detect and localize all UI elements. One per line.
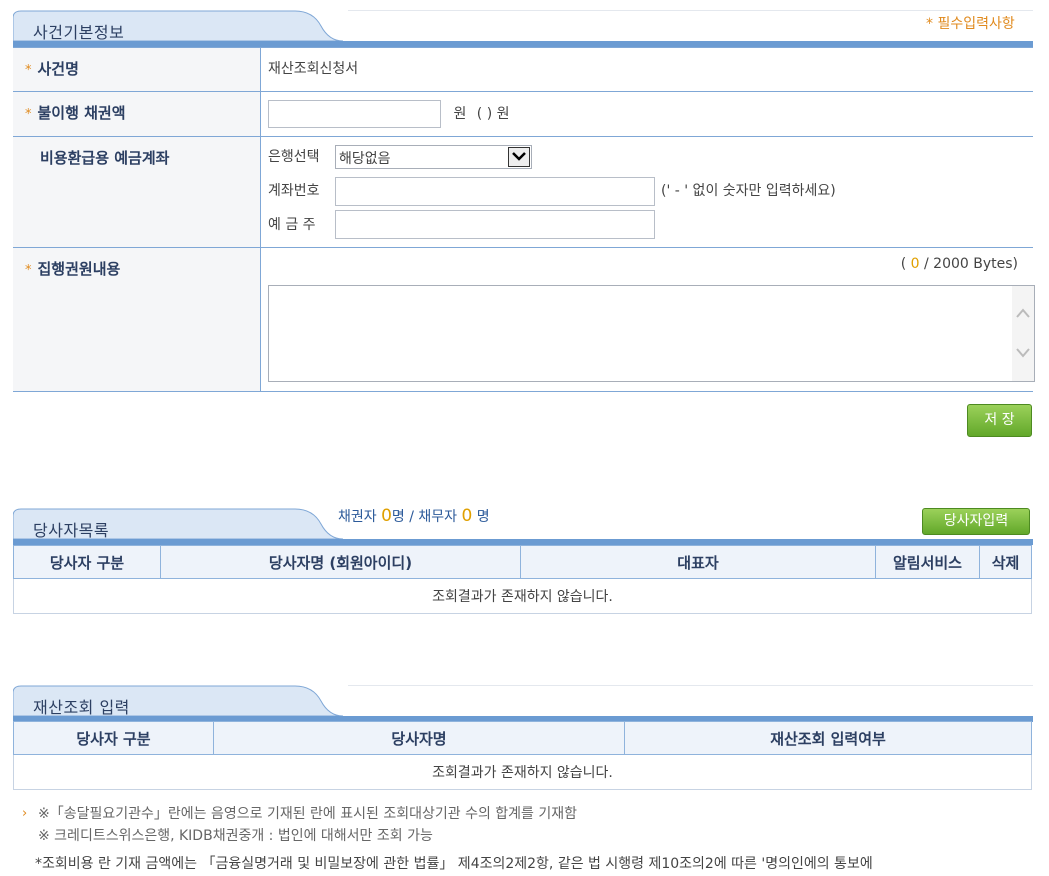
bank-select-value: 해당없음 — [339, 151, 391, 167]
case-info-form: * 사건명 재산조회신청서 * 불이행 채권액 원 ( ) 원 비용환급용 예금계좌… — [13, 47, 1035, 392]
parties-title: 당사자목록 — [33, 521, 110, 540]
col-asset-input-status: 재산조회 입력여부 — [624, 721, 1032, 755]
creditor-count: 0 — [381, 506, 392, 526]
chevron-down-icon[interactable] — [508, 147, 530, 167]
asset-query-header: 재산조회 입력 — [13, 685, 1033, 723]
col-party-name: 당사자명 — [213, 721, 625, 755]
bullet-arrow-icon: › — [22, 806, 28, 821]
case-info-title: 사건기본정보 — [33, 23, 125, 42]
col-delete: 삭제 — [979, 545, 1032, 579]
note-line-3: *조회비용 란 기재 금액에는 「금융실명거래 및 비밀보장에 관한 법률」 제… — [35, 856, 873, 872]
col-party-name: 당사자명 (회원아이디) — [160, 545, 521, 579]
col-party-type: 당사자 구분 — [13, 545, 161, 579]
chevron-down-icon — [1016, 348, 1030, 358]
col-party-type: 당사자 구분 — [13, 721, 214, 755]
bank-select-label: 은행선택 — [268, 149, 320, 165]
case-name-label: * 사건명 — [13, 47, 261, 92]
account-number-input[interactable] — [335, 177, 655, 206]
bank-select[interactable]: 해당없음 — [335, 145, 532, 169]
exec-title-textarea[interactable] — [268, 285, 1035, 382]
party-counts: 채권자 0명 / 채무자 0 명 — [338, 506, 490, 526]
debt-amount-label: * 불이행 채권액 — [13, 91, 261, 137]
note-line-2: ※ 크레디트스위스은행, KIDB채권중개 : 법인에 대해서만 조회 가능 — [38, 828, 433, 844]
required-note: * 필수입력사항 — [926, 16, 1015, 32]
exec-title-label: * 집행권원내용 — [13, 247, 261, 392]
asset-query-table: 당사자 구분 당사자명 재산조회 입력여부 조회결과가 존재하지 않습니다. — [13, 721, 1032, 790]
account-hint: (' - ' 없이 숫자만 입력하세요) — [661, 183, 836, 199]
case-name-value: 재산조회신청서 — [268, 61, 359, 77]
chevron-up-icon — [1016, 308, 1030, 318]
parties-header: 당사자목록 — [13, 508, 1033, 546]
depositor-label: 예 금 주 — [268, 217, 316, 233]
asset-query-title: 재산조회 입력 — [33, 698, 130, 717]
parties-table: 당사자 구분 당사자명 (회원아이디) 대표자 알림서비스 삭제 조회결과가 존… — [13, 545, 1032, 614]
byte-counter: ( 0 / 2000 Bytes) — [900, 256, 1018, 272]
asset-query-empty: 조회결과가 존재하지 않습니다. — [13, 754, 1032, 790]
account-number-label: 계좌번호 — [268, 183, 320, 199]
textarea-scrollbar[interactable] — [1012, 286, 1034, 381]
save-button[interactable]: 저 장 — [967, 404, 1032, 437]
case-info-header: 사건기본정보 — [13, 10, 1033, 48]
note-line-1: ※「송달필요기관수」란에는 음영으로 기재된 란에 표시된 조회대상기관 수의 … — [38, 806, 578, 822]
debt-unit: 원 — [453, 106, 467, 122]
parties-empty: 조회결과가 존재하지 않습니다. — [13, 578, 1032, 614]
depositor-input[interactable] — [335, 210, 655, 239]
col-representative: 대표자 — [520, 545, 876, 579]
add-party-button[interactable]: 당사자입력 — [922, 508, 1030, 535]
debtor-count: 0 — [461, 506, 473, 526]
col-notification: 알림서비스 — [875, 545, 980, 579]
refund-account-label: 비용환급용 예금계좌 — [13, 136, 261, 248]
debt-paren: ( ) 원 — [476, 106, 510, 122]
debt-amount-input[interactable] — [268, 100, 441, 128]
